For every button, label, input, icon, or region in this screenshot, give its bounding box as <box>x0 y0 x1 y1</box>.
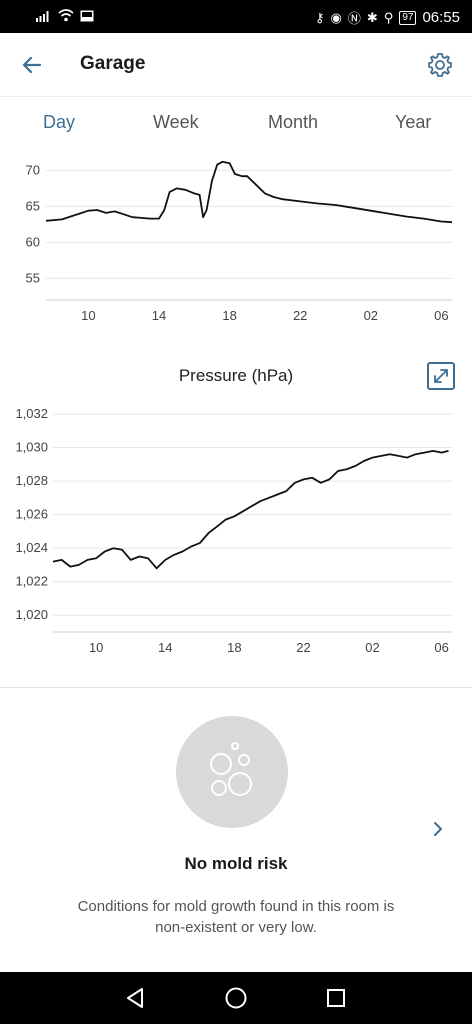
location-icon: ⚲ <box>383 9 394 25</box>
y-tick-label: 1,024 <box>15 540 48 555</box>
bubbles-icon <box>210 742 252 796</box>
y-tick-label: 1,022 <box>15 574 48 589</box>
chart-humidity: 70 65 60 55 10 14 18 22 02 06 <box>0 148 472 328</box>
humidity-line-chart: 70 65 60 55 10 14 18 22 02 06 <box>26 160 453 323</box>
triangle-back-icon <box>127 988 143 1008</box>
x-tick-label: 02 <box>364 308 378 323</box>
nav-recents-button[interactable] <box>320 982 352 1014</box>
x-tick-label: 06 <box>434 308 448 323</box>
circle-home-icon <box>225 987 247 1009</box>
chart-pressure: 1,032 1,030 1,028 1,026 1,024 1,022 1,020 10 14 1… <box>0 406 472 660</box>
y-tick-label: 70 <box>26 162 40 177</box>
expand-icon <box>434 369 448 383</box>
x-tick-label: 14 <box>158 640 172 655</box>
tab-week[interactable]: Week <box>153 112 199 133</box>
image-notification-icon <box>80 10 94 21</box>
x-tick-label: 10 <box>81 308 95 323</box>
mold-status-title: No mold risk <box>184 854 288 873</box>
mold-details-button[interactable] <box>428 818 448 840</box>
clock: 06:55 <box>422 9 460 26</box>
signal-icon <box>36 10 49 22</box>
battery-level: 97 <box>399 10 417 25</box>
y-tick-label: 1,030 <box>15 440 48 455</box>
app-header: Garage <box>0 33 472 97</box>
y-tick-label: 55 <box>26 270 40 285</box>
x-tick-label: 22 <box>296 640 310 655</box>
square-recents-icon <box>327 989 345 1007</box>
wifi-icon <box>58 9 74 22</box>
mold-status-description: Conditions for mold growth found in this… <box>77 898 395 936</box>
x-tick-label: 10 <box>89 640 103 655</box>
x-tick-label: 06 <box>434 640 448 655</box>
period-tabs: Day Week Month Year <box>0 104 472 144</box>
tab-year[interactable]: Year <box>395 112 431 133</box>
pressure-chart-title: Pressure (hPa) <box>178 366 294 385</box>
bluetooth-icon: ✱ <box>366 9 378 25</box>
tab-day[interactable]: Day <box>43 112 75 133</box>
y-tick-label: 1,032 <box>15 406 48 421</box>
settings-button[interactable] <box>424 49 456 81</box>
status-bar: ⚷ ◉ Ⓝ ✱ ⚲ 97 06:55 <box>0 0 472 33</box>
tab-month[interactable]: Month <box>268 112 318 133</box>
x-tick-label: 22 <box>293 308 307 323</box>
eye-icon: ◉ <box>330 9 342 25</box>
chevron-right-icon <box>434 822 442 836</box>
nav-back-button[interactable] <box>120 982 152 1014</box>
gear-icon <box>428 53 452 77</box>
expand-chart-button[interactable] <box>427 362 455 390</box>
nfc-icon: Ⓝ <box>347 11 361 26</box>
arrow-left-icon <box>22 56 42 74</box>
series-line <box>52 450 449 570</box>
pressure-line-chart: 1,032 1,030 1,028 1,026 1,024 1,022 1,020 10 14 1… <box>15 406 452 655</box>
navigation-bar <box>0 972 472 1024</box>
mold-status-badge <box>176 716 288 828</box>
section-divider <box>0 687 472 688</box>
back-button[interactable] <box>16 49 48 81</box>
y-tick-label: 1,020 <box>15 607 48 622</box>
key-icon: ⚷ <box>315 9 325 25</box>
x-tick-label: 14 <box>152 308 166 323</box>
x-tick-label: 18 <box>227 640 241 655</box>
y-tick-label: 1,028 <box>15 473 48 488</box>
y-tick-label: 65 <box>26 198 40 213</box>
x-tick-label: 18 <box>222 308 236 323</box>
y-tick-label: 1,026 <box>15 507 48 522</box>
page-title: Garage <box>80 53 146 74</box>
x-tick-label: 02 <box>365 640 379 655</box>
y-tick-label: 60 <box>26 234 40 249</box>
nav-home-button[interactable] <box>220 982 252 1014</box>
